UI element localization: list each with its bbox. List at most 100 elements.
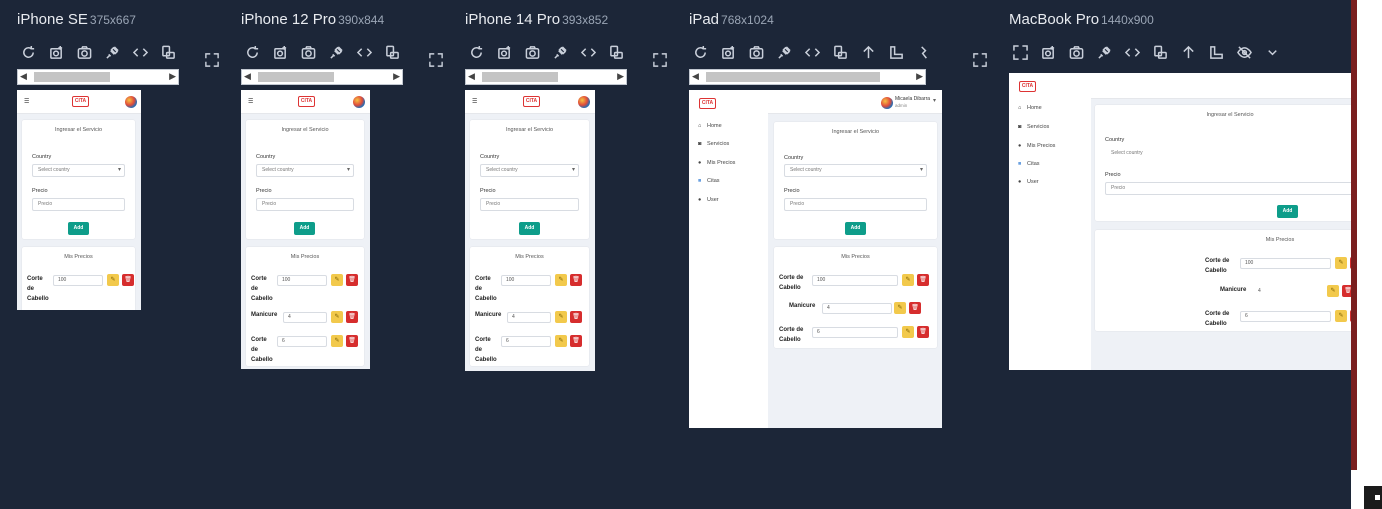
sidebar-item-home[interactable]: ⌂ Home xyxy=(1018,105,1042,111)
edit-button[interactable]: ✎ xyxy=(1335,257,1347,269)
sidebar-item-mis-precios[interactable]: ● Mis Precios xyxy=(1018,143,1055,149)
screenshot-icon[interactable] xyxy=(271,43,290,61)
camera-icon[interactable] xyxy=(523,43,542,61)
edit-button[interactable]: ✎ xyxy=(1335,310,1347,322)
price-value-input[interactable]: 100 xyxy=(277,275,327,286)
more-icon[interactable] xyxy=(915,43,934,61)
arrow-up-icon[interactable] xyxy=(1179,43,1198,61)
scrollbar-thumb[interactable] xyxy=(482,72,558,82)
avatar[interactable] xyxy=(881,97,893,109)
add-button[interactable]: Add xyxy=(1277,205,1298,218)
price-input[interactable]: Precio xyxy=(256,198,354,211)
expand-icon[interactable] xyxy=(429,53,445,69)
country-select[interactable]: Select country xyxy=(784,164,927,177)
country-select[interactable]: Select country xyxy=(32,164,125,177)
country-select[interactable]: Select country xyxy=(256,164,354,177)
scroll-left-arrow[interactable]: ◀ xyxy=(468,71,475,82)
delete-button[interactable]: 🗑 xyxy=(917,274,929,286)
expand-icon[interactable] xyxy=(973,53,989,69)
price-value-input[interactable]: 6 xyxy=(1240,311,1331,322)
rotate-device-icon[interactable] xyxy=(607,43,626,61)
avatar[interactable] xyxy=(353,96,365,108)
delete-button[interactable]: 🗑 xyxy=(346,274,358,286)
ruler-icon[interactable] xyxy=(1207,43,1226,61)
code-icon[interactable] xyxy=(803,43,822,61)
plug-icon[interactable] xyxy=(1095,43,1114,61)
delete-button[interactable]: 🗑 xyxy=(570,311,582,323)
screenshot-icon[interactable] xyxy=(719,43,738,61)
sidebar-item-citas[interactable]: ■ Citas xyxy=(698,178,720,184)
sidebar-item-home[interactable]: ⌂ Home xyxy=(698,123,722,129)
delete-button[interactable]: 🗑 xyxy=(917,326,929,338)
delete-button[interactable]: 🗑 xyxy=(346,311,358,323)
rotate-device-icon[interactable] xyxy=(383,43,402,61)
price-value-input[interactable]: 100 xyxy=(501,275,551,286)
plug-icon[interactable] xyxy=(103,43,122,61)
edit-button[interactable]: ✎ xyxy=(331,311,343,323)
delete-button[interactable]: 🗑 xyxy=(122,274,134,286)
expand-icon[interactable] xyxy=(205,53,221,69)
delete-button[interactable]: 🗑 xyxy=(346,335,358,347)
arrow-up-icon[interactable] xyxy=(859,43,878,61)
scroll-left-arrow[interactable]: ◀ xyxy=(244,71,251,82)
hamburger-icon[interactable]: ☰ xyxy=(472,98,477,105)
sidebar-item-user[interactable]: ● User xyxy=(1018,179,1039,185)
horizontal-scrollbar[interactable]: ◀ ▶ xyxy=(465,69,627,85)
edit-button[interactable]: ✎ xyxy=(1327,285,1339,297)
price-value-input[interactable]: 4 xyxy=(507,312,551,323)
add-button[interactable]: Add xyxy=(845,222,866,235)
edit-button[interactable]: ✎ xyxy=(902,274,914,286)
avatar[interactable] xyxy=(578,96,590,108)
price-input[interactable]: Precio xyxy=(480,198,579,211)
price-value-input[interactable]: 100 xyxy=(1240,258,1331,269)
scroll-right-arrow[interactable]: ▶ xyxy=(916,71,923,82)
sidebar-item-mis-precios[interactable]: ● Mis Precios xyxy=(698,160,735,166)
ruler-icon[interactable] xyxy=(887,43,906,61)
scroll-right-arrow[interactable]: ▶ xyxy=(617,71,624,82)
delete-button[interactable]: 🗑 xyxy=(570,335,582,347)
edit-button[interactable]: ✎ xyxy=(555,335,567,347)
price-input[interactable]: Precio xyxy=(32,198,125,211)
plug-icon[interactable] xyxy=(327,43,346,61)
chevron-down-icon[interactable] xyxy=(1263,43,1282,61)
plug-icon[interactable] xyxy=(775,43,794,61)
code-icon[interactable] xyxy=(579,43,598,61)
edit-button[interactable]: ✎ xyxy=(331,274,343,286)
refresh-icon[interactable] xyxy=(19,43,38,61)
add-button[interactable]: Add xyxy=(519,222,540,235)
price-value-input[interactable]: 100 xyxy=(812,275,898,286)
horizontal-scrollbar[interactable]: ◀ ▶ xyxy=(241,69,403,85)
refresh-icon[interactable] xyxy=(467,43,486,61)
edit-button[interactable]: ✎ xyxy=(331,335,343,347)
sidebar-item-citas[interactable]: ■ Citas xyxy=(1018,161,1040,167)
scroll-left-arrow[interactable]: ◀ xyxy=(692,71,699,82)
corner-widget[interactable] xyxy=(1364,486,1382,509)
price-value-input[interactable]: 6 xyxy=(277,336,327,347)
scrollbar-thumb[interactable] xyxy=(258,72,334,82)
country-select[interactable]: Select country xyxy=(1105,147,1351,160)
screenshot-icon[interactable] xyxy=(495,43,514,61)
price-value-input[interactable]: 4 xyxy=(822,303,892,314)
screenshot-icon[interactable] xyxy=(1039,43,1058,61)
rotate-device-icon[interactable] xyxy=(831,43,850,61)
scrollbar-thumb[interactable] xyxy=(706,72,880,82)
add-button[interactable]: Add xyxy=(294,222,315,235)
edit-button[interactable]: ✎ xyxy=(902,326,914,338)
refresh-icon[interactable] xyxy=(691,43,710,61)
price-value-input[interactable]: 6 xyxy=(501,336,551,347)
price-value-input[interactable]: 4 xyxy=(1253,286,1323,297)
expand-icon[interactable] xyxy=(1011,43,1030,61)
rotate-device-icon[interactable] xyxy=(1151,43,1170,61)
price-value-input[interactable]: 4 xyxy=(283,312,327,323)
plug-icon[interactable] xyxy=(551,43,570,61)
camera-icon[interactable] xyxy=(747,43,766,61)
scrollbar-thumb[interactable] xyxy=(34,72,110,82)
delete-button[interactable]: 🗑 xyxy=(909,302,921,314)
hamburger-icon[interactable]: ☰ xyxy=(24,98,29,105)
chevron-down-icon[interactable]: ▾ xyxy=(933,97,936,104)
camera-icon[interactable] xyxy=(299,43,318,61)
scroll-left-arrow[interactable]: ◀ xyxy=(20,71,27,82)
horizontal-scrollbar[interactable]: ◀ ▶ xyxy=(689,69,926,85)
edit-button[interactable]: ✎ xyxy=(555,311,567,323)
price-value-input[interactable]: 100 xyxy=(53,275,103,286)
